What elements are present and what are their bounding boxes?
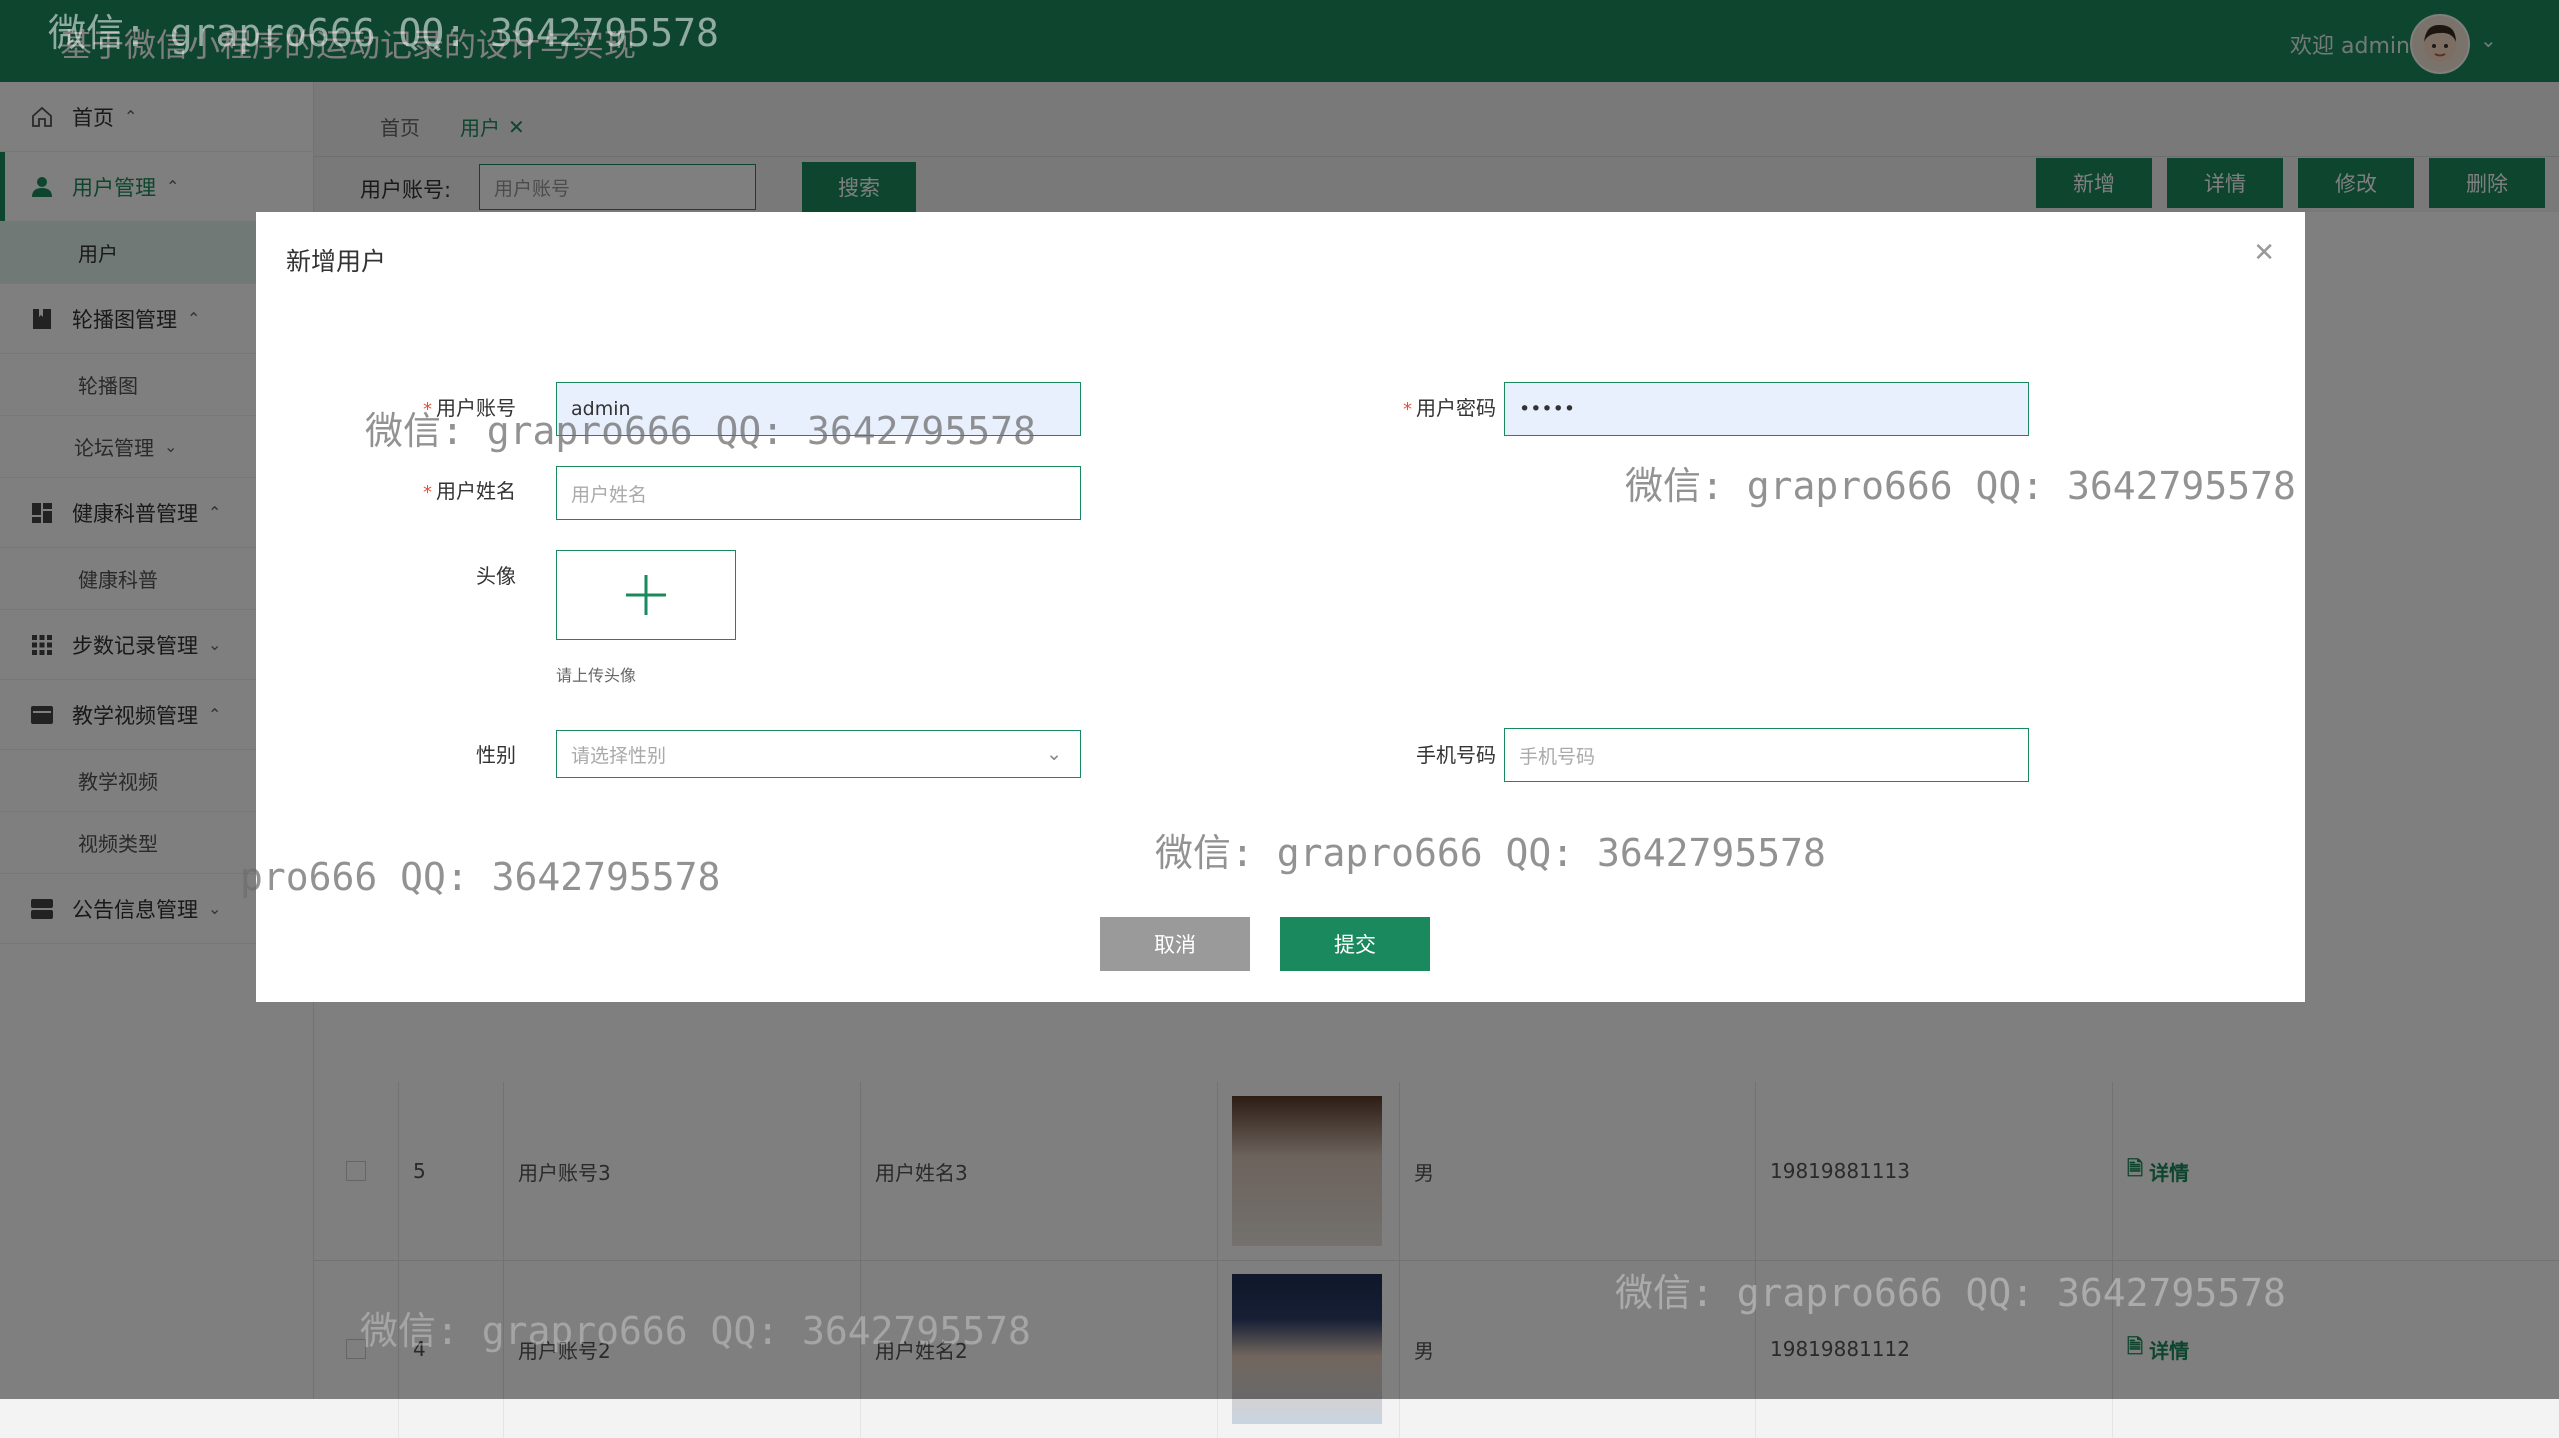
- phone-input[interactable]: 手机号码: [1504, 728, 2029, 782]
- realname-input[interactable]: 用户姓名: [556, 466, 1081, 520]
- gender-select[interactable]: 请选择性别 ⌄: [556, 730, 1081, 778]
- watermark-text: 微信: grapro666 QQ: 3642795578: [1155, 831, 1826, 875]
- close-icon[interactable]: ✕: [2253, 238, 2275, 268]
- watermark-text: 微信: grapro666 QQ: 3642795578: [365, 409, 1036, 453]
- required-mark: *: [1403, 399, 1412, 420]
- gender-label: 性别: [476, 743, 516, 767]
- required-mark: *: [423, 482, 432, 503]
- gender-select-placeholder: 请选择性别: [571, 744, 667, 767]
- dialog-title: 新增用户: [286, 247, 387, 276]
- realname-label-text: 用户姓名: [436, 479, 516, 503]
- submit-button[interactable]: 提交: [1280, 917, 1430, 971]
- avatar-upload[interactable]: [556, 550, 736, 640]
- chevron-down-icon: ⌄: [1046, 743, 1062, 765]
- realname-label: * 用户姓名: [316, 475, 516, 504]
- password-label: * 用户密码: [1266, 392, 1496, 421]
- cancel-button[interactable]: 取消: [1100, 917, 1250, 971]
- watermark-text: 微信: grapro666 QQ: 3642795578: [1615, 1271, 2286, 1315]
- phone-label: 手机号码: [1416, 743, 1496, 767]
- watermark-text: 微信: grapro666 QQ: 3642795578: [48, 11, 719, 55]
- password-input[interactable]: •••••: [1504, 382, 2029, 436]
- watermark-text: 微信: grapro666 QQ: 3642795578: [360, 1309, 1031, 1353]
- plus-icon: [626, 575, 666, 615]
- watermark-text: pro666 QQ: 3642795578: [240, 855, 721, 899]
- watermark-text: 微信: grapro666 QQ: 3642795578: [1625, 464, 2296, 508]
- upload-tip: 请上传头像: [556, 666, 637, 685]
- avatar-label: 头像: [476, 564, 516, 588]
- password-label-text: 用户密码: [1416, 396, 1496, 420]
